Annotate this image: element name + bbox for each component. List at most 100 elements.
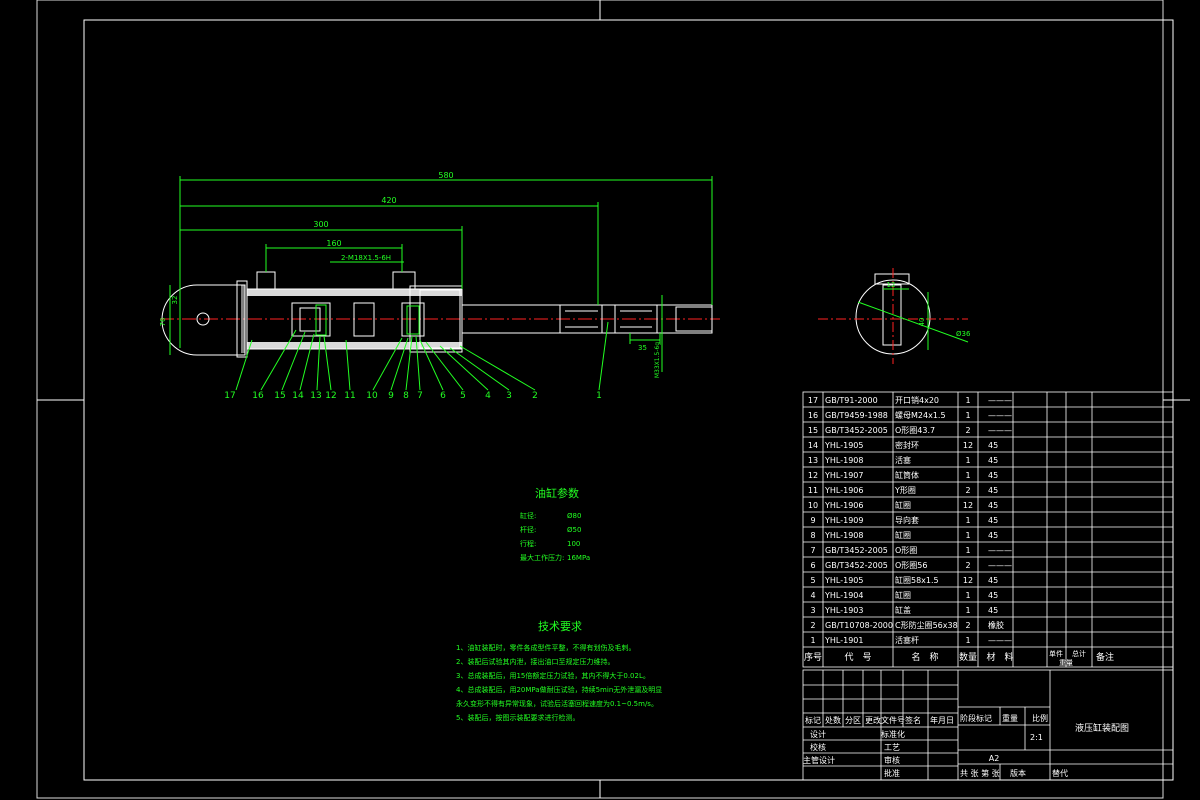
bom-hdr-code: 代 号 xyxy=(844,652,871,663)
bom-mat: ——— xyxy=(988,411,1012,420)
cad-drawing-canvas: 580 420 300 160 2-M18X1.5-6H 76 32 35 M3… xyxy=(36,0,1190,799)
tb-row1-label: 处数 xyxy=(825,715,841,725)
bom-no: 13 xyxy=(808,456,818,465)
title-block-text: 标记 处数 分区 更改文件号 签名 年月日 设计 标准化 校核 工艺 主管设计 审核 批准… xyxy=(803,713,1129,778)
bom-name: C形防尘圈56x38 xyxy=(895,620,958,630)
tb-review: 审核 xyxy=(884,755,900,765)
callout-10: 10 xyxy=(366,391,378,401)
param-value: Ø50 xyxy=(567,526,581,534)
bom-no: 2 xyxy=(810,621,815,630)
tb-chief: 主管设计 xyxy=(803,755,835,765)
tb-std: 标准化 xyxy=(881,729,905,739)
tb-sheet: A2 xyxy=(989,754,1000,763)
bom-hdr-qty: 数量 xyxy=(959,651,977,663)
bom-no: 1 xyxy=(810,636,815,645)
bom-no: 17 xyxy=(808,396,818,405)
bom-code: YHL-1903 xyxy=(824,606,863,615)
bom-hdr-total: 总计 xyxy=(1072,649,1086,658)
bom-mat: 45 xyxy=(988,456,998,465)
callout-2: 2 xyxy=(532,391,538,401)
callout-1: 1 xyxy=(596,391,602,401)
param-label: 行程: xyxy=(520,539,536,548)
dim-76: 76 xyxy=(159,317,167,326)
bom-name: 缸筒体 xyxy=(895,470,919,480)
bom-no: 5 xyxy=(810,576,815,585)
bom-mat: 45 xyxy=(988,591,998,600)
bom-code: YHL-1907 xyxy=(824,471,863,480)
bom-qty: 12 xyxy=(963,441,973,450)
dim-32: 32 xyxy=(171,296,179,305)
bom-code: YHL-1905 xyxy=(824,441,863,450)
bom-code: YHL-1908 xyxy=(824,531,863,540)
params-title: 油缸参数 xyxy=(535,486,579,500)
tech-title: 技术要求 xyxy=(538,620,582,633)
bom-code: GB/T9459-1988 xyxy=(825,411,888,420)
tb-replace: 替代 xyxy=(1052,768,1068,778)
bom-mat: 45 xyxy=(988,576,998,585)
bom-qty: 1 xyxy=(965,471,970,480)
bom-qty: 2 xyxy=(965,621,970,630)
tb-craft: 工艺 xyxy=(884,743,900,752)
bom-no: 8 xyxy=(810,531,815,540)
bom-code: YHL-1909 xyxy=(824,516,863,525)
bom-name: O形圈56 xyxy=(895,561,927,570)
dim-ports: 2-M18X1.5-6H xyxy=(341,254,391,262)
bom-name: O形圈 xyxy=(895,546,917,555)
callout-3: 3 xyxy=(506,391,512,401)
tech-item: 1、油缸装配时，零件各成型件平整，不得有划伤及毛刺。 xyxy=(456,643,635,652)
tb-design: 设计 xyxy=(810,729,826,739)
param-value: Ø80 xyxy=(567,512,581,520)
tb-row1-label: 更改文件号 xyxy=(865,715,905,725)
param-label: 最大工作压力: xyxy=(520,553,564,562)
bom-no: 3 xyxy=(810,606,815,615)
bom-no: 12 xyxy=(808,471,818,480)
tb-total: 共 张 第 张 xyxy=(960,768,1000,778)
bom-qty: 1 xyxy=(965,546,970,555)
section-dia: Ø36 xyxy=(956,330,971,338)
tb-row1-label: 签名 xyxy=(905,715,921,725)
tb-row1-label: 标记 xyxy=(805,715,821,725)
bom-name: 缸圈 xyxy=(895,530,911,540)
bom-code: YHL-1906 xyxy=(824,486,863,495)
bom-mat: 橡胶 xyxy=(988,620,1004,630)
bom-name: 螺母M24x1.5 xyxy=(895,410,946,420)
bom-name: 缸圈 xyxy=(895,590,911,600)
bom-name: 密封环 xyxy=(895,440,919,450)
bom-no: 11 xyxy=(808,486,818,495)
callout-15: 15 xyxy=(274,391,285,401)
bom-name: 活塞 xyxy=(895,455,911,465)
tb-approve: 批准 xyxy=(884,768,900,778)
callout-9: 9 xyxy=(388,391,394,401)
callout-11: 11 xyxy=(344,391,355,401)
bom-name: 开口销4x20 xyxy=(895,395,939,405)
bom-qty: 12 xyxy=(963,576,973,585)
bom-code: YHL-1904 xyxy=(824,591,863,600)
dim-420: 420 xyxy=(381,196,396,205)
bom-qty: 1 xyxy=(965,411,970,420)
section-width: 12 xyxy=(887,281,896,289)
callout-5: 5 xyxy=(460,391,466,401)
bom-hdr-single: 单件 xyxy=(1049,649,1063,658)
bom-mat: 45 xyxy=(988,486,998,495)
cylinder-assembly: 580 420 300 160 2-M18X1.5-6H 76 32 35 M3… xyxy=(159,171,720,401)
bom-mat: 45 xyxy=(988,516,998,525)
bom-qty: 1 xyxy=(965,636,970,645)
bom-no: 4 xyxy=(810,591,815,600)
param-value: 16MPa xyxy=(567,554,590,562)
tb-drawing-title: 液压缸装配图 xyxy=(1075,722,1129,734)
bom-mat: ——— xyxy=(988,636,1012,645)
dim-160: 160 xyxy=(326,239,341,248)
callout-4: 4 xyxy=(485,391,491,401)
param-label: 缸径: xyxy=(520,511,536,520)
bom-name: 缸盖 xyxy=(895,605,911,615)
param-value: 100 xyxy=(567,540,580,548)
tech-item: 永久变形不得有异常现象，试验后活塞回程速度为0.1~0.5m/s。 xyxy=(456,699,658,708)
bom-qty: 2 xyxy=(965,426,970,435)
bom-mat: 45 xyxy=(988,606,998,615)
callout-16: 16 xyxy=(252,391,264,401)
bom-mat: ——— xyxy=(988,546,1012,555)
bom-code: YHL-1901 xyxy=(824,636,863,645)
bom-hdr-no: 序号 xyxy=(804,651,822,663)
bom-name: O形圈43.7 xyxy=(895,426,935,435)
callout-7: 7 xyxy=(417,391,423,401)
